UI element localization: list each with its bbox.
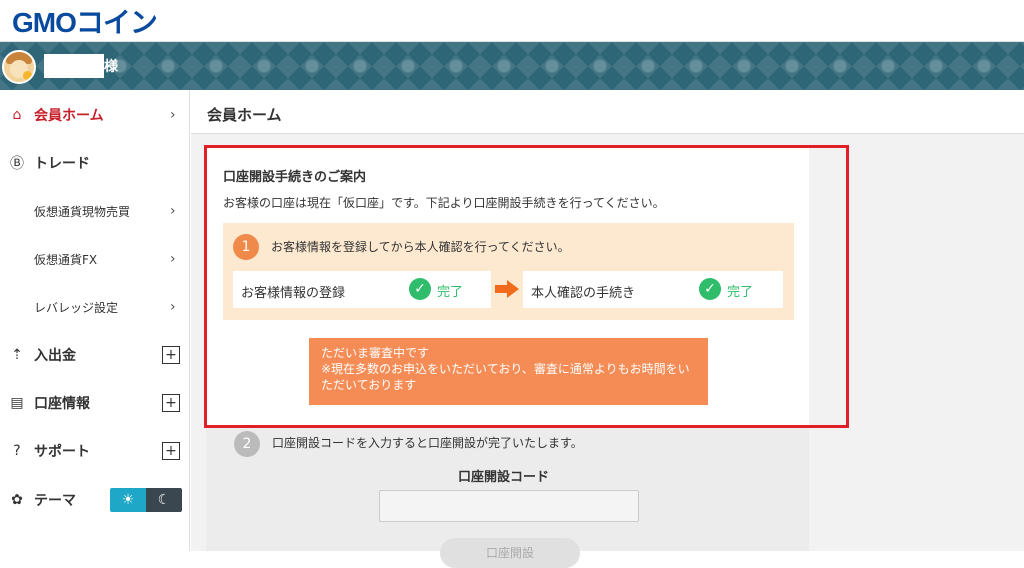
chevron-right-icon: › — [170, 251, 176, 267]
sidebar-item-label: 会員ホーム — [34, 108, 104, 124]
sidebar-item-label: テーマ — [34, 493, 76, 509]
account-code-input[interactable] — [379, 490, 639, 522]
user-honorific: 様 — [104, 59, 118, 75]
expand-plus-icon[interactable]: + — [162, 346, 180, 364]
step-number-badge: 2 — [234, 431, 260, 457]
sidebar-item-label: 口座情報 — [34, 396, 90, 412]
gmo-coin-logo[interactable]: GMOコイン — [12, 4, 158, 38]
sidebar-item-label: トレード — [34, 156, 90, 172]
avatar[interactable] — [2, 50, 36, 84]
card-icon: ▤ — [10, 395, 24, 411]
step-2-panel: 2 口座開設コードを入力すると口座開設が完了いたします。 口座開設コード 口座開… — [206, 428, 809, 568]
chevron-right-icon: › — [170, 299, 176, 315]
account-code-label: 口座開設コード — [458, 470, 550, 485]
sidebar-item-label: サポート — [34, 444, 90, 460]
user-bar: 様 — [0, 42, 1024, 90]
sidebar-item-label: 入出金 — [34, 348, 76, 364]
expand-plus-icon[interactable]: + — [162, 442, 180, 460]
sidebar-item-deposit[interactable]: ⇡ 入出金 + — [0, 344, 190, 366]
sidebar: ⌂ 会員ホーム › Ⓑ トレード 仮想通貨現物売買 › 仮想通貨FX › レバレ… — [0, 90, 190, 551]
sidebar-item-account[interactable]: ▤ 口座情報 + — [0, 392, 190, 414]
sidebar-item-label: レバレッジ設定 — [34, 300, 119, 315]
expand-plus-icon[interactable]: + — [162, 394, 180, 412]
sidebar-item-crypto-fx[interactable]: 仮想通貨FX › — [0, 248, 190, 270]
sidebar-item-trade[interactable]: Ⓑ トレード — [0, 152, 190, 174]
sidebar-item-label: 仮想通貨現物売買 — [34, 204, 131, 219]
sidebar-item-leverage[interactable]: レバレッジ設定 › — [0, 296, 190, 318]
sidebar-item-label: 仮想通貨FX — [34, 252, 98, 267]
moon-icon[interactable]: ☾ — [146, 488, 182, 512]
open-account-button[interactable]: 口座開設 — [440, 538, 580, 568]
sidebar-item-member-home[interactable]: ⌂ 会員ホーム › — [0, 104, 190, 126]
sidebar-item-support[interactable]: ? サポート + — [0, 440, 190, 462]
chevron-right-icon: › — [170, 107, 176, 123]
chevron-right-icon: › — [170, 203, 176, 219]
page-title: 会員ホーム — [207, 106, 282, 124]
highlight-frame — [204, 145, 849, 428]
deposit-icon: ⇡ — [11, 347, 23, 363]
bitcoin-icon: Ⓑ — [10, 156, 24, 172]
palette-icon: ✿ — [11, 492, 23, 508]
help-icon: ? — [13, 443, 21, 459]
step-2-text: 口座開設コードを入力すると口座開設が完了いたします。 — [272, 436, 583, 450]
page-header: 会員ホーム — [191, 90, 1024, 134]
home-icon: ⌂ — [12, 107, 22, 123]
username-redacted — [44, 54, 104, 78]
top-bar: GMOコイン — [0, 0, 1024, 42]
sidebar-item-spot-trading[interactable]: 仮想通貨現物売買 › — [0, 200, 190, 222]
theme-toggle[interactable]: ☀ ☾ — [110, 488, 182, 512]
sun-icon[interactable]: ☀ — [110, 488, 146, 512]
sidebar-item-theme: ✿ テーマ ☀ ☾ — [0, 488, 190, 512]
